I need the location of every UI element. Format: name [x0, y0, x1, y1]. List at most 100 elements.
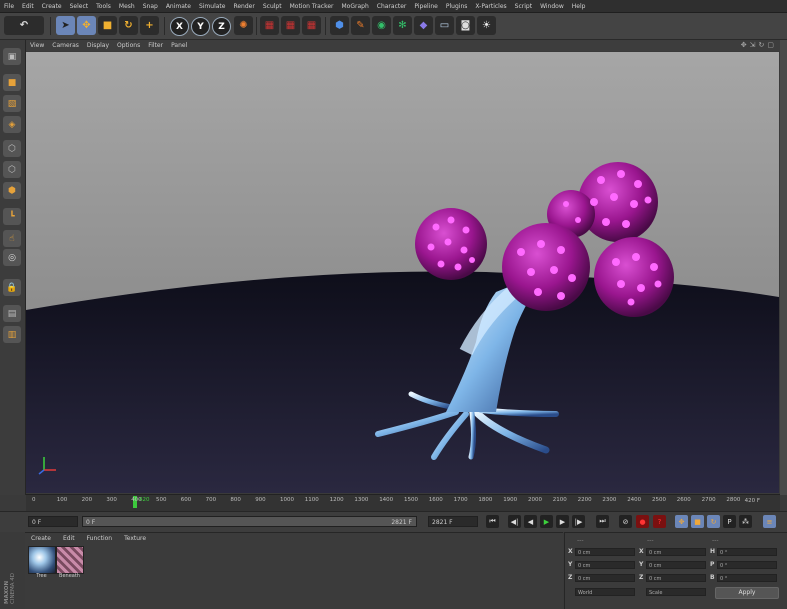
pan-icon[interactable]: ✥ — [741, 41, 750, 49]
coordinate-mode-dropdown[interactable]: World — [575, 588, 635, 596]
previous-frame-button[interactable]: ◀ — [524, 515, 537, 528]
model-mode-button[interactable]: ■ — [3, 74, 21, 91]
size-mode-dropdown[interactable]: Scale — [646, 588, 706, 596]
polygons-mode-button[interactable]: ⬢ — [3, 182, 21, 199]
size-x-field[interactable]: 0 cm — [646, 548, 706, 556]
coordinate-system-button[interactable]: ✺ — [234, 16, 253, 35]
next-key-button[interactable]: |▶ — [572, 515, 585, 528]
menu-plugins[interactable]: Plugins — [442, 3, 472, 10]
viewport-menu-display[interactable]: Display — [83, 42, 113, 49]
key-position-button[interactable]: ✥ — [675, 515, 688, 528]
points-mode-button[interactable]: ⬡ — [3, 140, 21, 157]
move-tool-button[interactable]: ✥ — [77, 16, 96, 35]
key-param-button[interactable]: P — [723, 515, 736, 528]
render-view-button[interactable]: ▦ — [260, 16, 279, 35]
x-axis-lock-button[interactable]: X — [170, 17, 189, 36]
auto-key-button[interactable]: ? — [653, 515, 666, 528]
pos-x-field[interactable]: 0 cm — [575, 548, 635, 556]
make-editable-button[interactable]: ▣ — [3, 48, 21, 65]
z-axis-lock-button[interactable]: Z — [212, 17, 231, 36]
viewport-nav-icons[interactable]: ✥⇲↻▢ — [741, 41, 777, 49]
solo-hierarchy-button[interactable]: ▥ — [3, 326, 21, 343]
undo-button[interactable]: ↶ — [4, 16, 44, 35]
key-scale-button[interactable]: ■ — [691, 515, 704, 528]
frame-range-slider[interactable]: 0 F 2821 F — [82, 516, 417, 527]
solo-button[interactable]: ▤ — [3, 305, 21, 322]
viewport-menu-panel[interactable]: Panel — [167, 42, 191, 49]
menu-help[interactable]: Help — [568, 3, 590, 10]
menu-snap[interactable]: Snap — [139, 3, 162, 10]
edges-mode-button[interactable]: ⬡ — [3, 161, 21, 178]
viewport-menu-cameras[interactable]: Cameras — [48, 42, 83, 49]
apply-button[interactable]: Apply — [715, 587, 779, 599]
maximize-icon[interactable]: ▢ — [767, 41, 777, 49]
go-to-start-button[interactable]: ⏮ — [486, 515, 499, 528]
material-menu-texture[interactable]: Texture — [118, 535, 152, 542]
deformer-button[interactable]: ◆ — [414, 16, 433, 35]
size-y-field[interactable]: 0 cm — [646, 561, 706, 569]
rotate-tool-button[interactable]: ↻ — [119, 16, 138, 35]
render-picture-viewer-button[interactable]: ▦ — [281, 16, 300, 35]
material-swatch-tree[interactable] — [28, 546, 56, 574]
material-menu-function[interactable]: Function — [81, 535, 119, 542]
y-axis-lock-button[interactable]: Y — [191, 17, 210, 36]
menu-render[interactable]: Render — [229, 3, 258, 10]
light-button[interactable]: ☀ — [477, 16, 496, 35]
menu-pipeline[interactable]: Pipeline — [410, 3, 441, 10]
key-rotation-button[interactable]: ↻ — [707, 515, 720, 528]
record-keys-button[interactable]: ⊘ — [619, 515, 632, 528]
rot-h-field[interactable]: 0 ° — [717, 548, 777, 556]
record-active-button[interactable]: ● — [636, 515, 649, 528]
menu-x-particles[interactable]: X-Particles — [471, 3, 510, 10]
menu-animate[interactable]: Animate — [162, 3, 195, 10]
axis-mode-button[interactable]: ┗ — [3, 208, 21, 225]
lock-workplane-button[interactable]: 🔒 — [3, 279, 21, 296]
add-tool-button[interactable]: + — [140, 16, 159, 35]
scale-tool-button[interactable]: ■ — [98, 16, 117, 35]
go-to-end-button[interactable]: ⏭ — [596, 515, 609, 528]
end-frame-field[interactable]: 2821 F — [428, 516, 478, 527]
next-frame-button[interactable]: ▶ — [556, 515, 569, 528]
timeline-menu-button[interactable]: ≡ — [763, 515, 776, 528]
subdivision-button[interactable]: ◉ — [372, 16, 391, 35]
menu-sculpt[interactable]: Sculpt — [259, 3, 286, 10]
material-menu-edit[interactable]: Edit — [57, 535, 81, 542]
rot-b-field[interactable]: 0 ° — [717, 574, 777, 582]
menu-mograph[interactable]: MoGraph — [338, 3, 373, 10]
viewport-menu-view[interactable]: View — [26, 42, 48, 49]
material-menu-create[interactable]: Create — [25, 535, 57, 542]
menu-file[interactable]: File — [0, 3, 18, 10]
menu-character[interactable]: Character — [373, 3, 411, 10]
floor-button[interactable]: ▭ — [435, 16, 454, 35]
camera-button[interactable]: ◙ — [456, 16, 475, 35]
3d-viewport[interactable] — [26, 52, 779, 493]
menu-mesh[interactable]: Mesh — [115, 3, 139, 10]
menu-motion-tracker[interactable]: Motion Tracker — [286, 3, 338, 10]
texture-mode-button[interactable]: ▧ — [3, 95, 21, 112]
zoom-icon[interactable]: ⇲ — [750, 41, 759, 49]
play-button[interactable]: ▶ — [540, 515, 553, 528]
pos-z-field[interactable]: 0 cm — [575, 574, 635, 582]
rot-p-field[interactable]: 0 ° — [717, 561, 777, 569]
menu-simulate[interactable]: Simulate — [195, 3, 230, 10]
snap-button[interactable]: ◎ — [3, 249, 21, 266]
render-settings-button[interactable]: ▦ — [302, 16, 321, 35]
timeline-ruler[interactable]: 0 100 200 300 400 500 600 700 800 900 1000 1100 1200… — [26, 494, 780, 511]
workplane-mode-button[interactable]: ◈ — [3, 116, 21, 133]
pos-y-field[interactable]: 0 cm — [575, 561, 635, 569]
pen-spline-button[interactable]: ✎ — [351, 16, 370, 35]
menu-select[interactable]: Select — [66, 3, 93, 10]
menu-edit[interactable]: Edit — [18, 3, 38, 10]
material-swatch-beneath[interactable] — [56, 546, 84, 574]
previous-key-button[interactable]: ◀| — [508, 515, 521, 528]
key-pla-button[interactable]: ⁂ — [739, 515, 752, 528]
viewport-menu-options[interactable]: Options — [113, 42, 144, 49]
size-z-field[interactable]: 0 cm — [646, 574, 706, 582]
menu-create[interactable]: Create — [38, 3, 66, 10]
select-tool-button[interactable]: ➤ — [56, 16, 75, 35]
tweak-mode-button[interactable]: ☝ — [3, 230, 21, 247]
viewport-menu-filter[interactable]: Filter — [144, 42, 167, 49]
start-frame-field[interactable]: 0 F — [28, 516, 78, 527]
menu-window[interactable]: Window — [536, 3, 568, 10]
menu-script[interactable]: Script — [511, 3, 536, 10]
